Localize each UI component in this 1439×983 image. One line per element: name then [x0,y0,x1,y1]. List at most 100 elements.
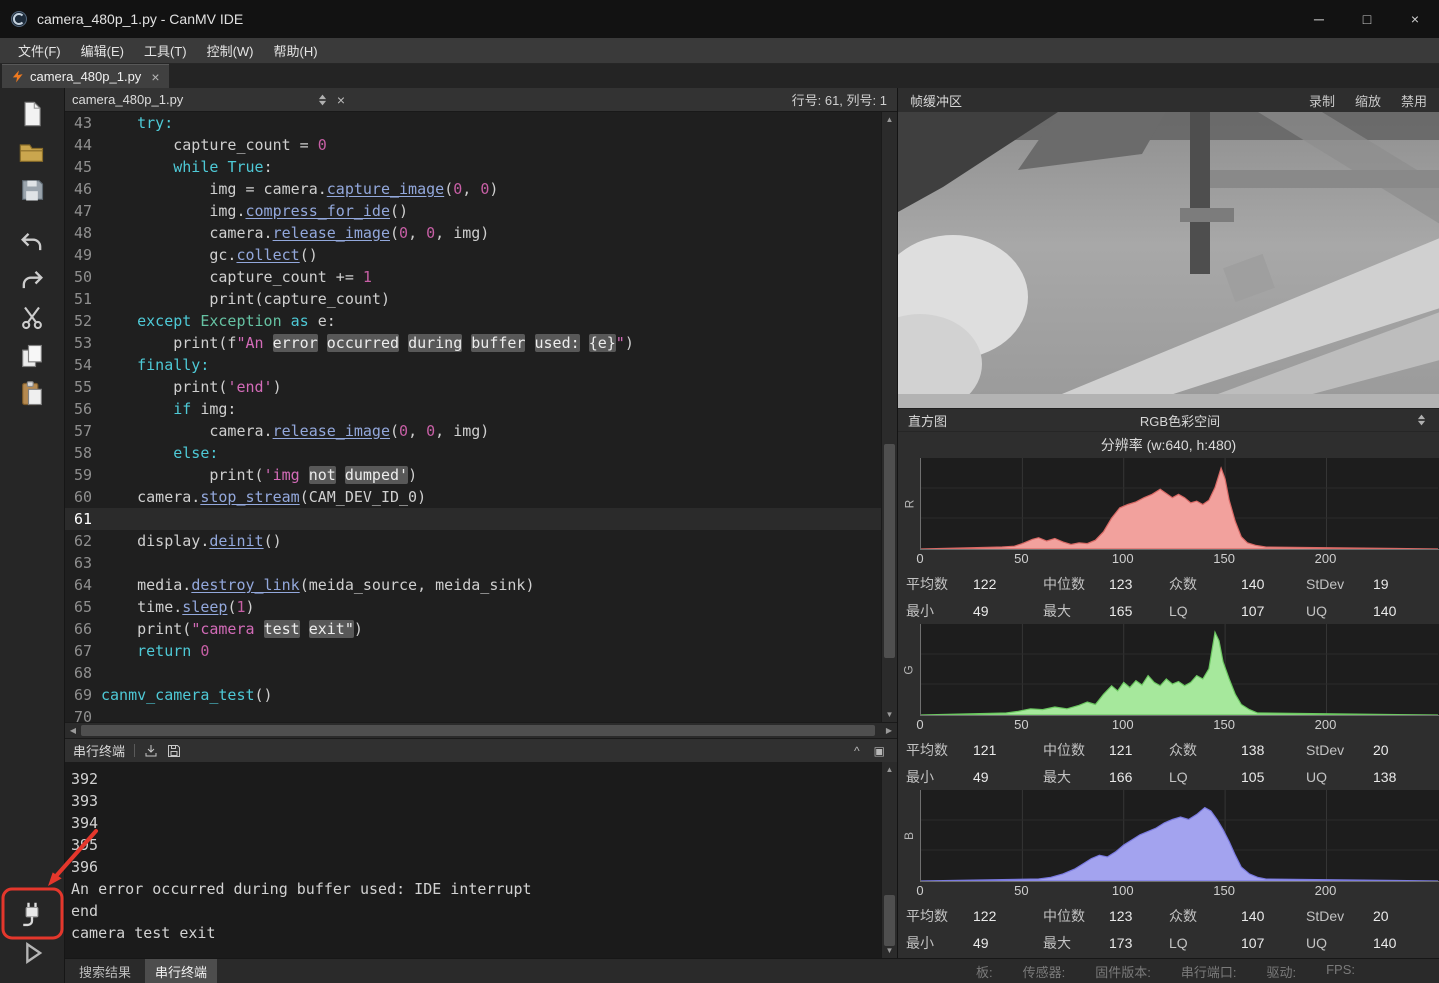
scrollbar-thumb[interactable] [884,444,895,658]
menu-item[interactable]: 工具(T) [134,38,197,63]
code-line[interactable]: 46 img = camera.capture_image(0, 0) [65,178,897,200]
line-number: 45 [65,156,101,178]
scrollbar-thumb[interactable] [884,895,895,946]
scrollbar-thumb[interactable] [81,725,875,736]
code-line[interactable]: 45 while True: [65,156,897,178]
tick-label: 0 [916,883,923,898]
framebuffer-button[interactable]: 禁用 [1401,91,1427,110]
code-line[interactable]: 54 finally: [65,354,897,376]
close-file-icon[interactable]: × [331,92,351,108]
line-number: 53 [65,332,101,354]
scroll-left-icon[interactable]: ◀ [65,726,81,735]
stat-label: 最大 [1043,767,1109,787]
save-file-icon[interactable] [9,172,55,208]
stat-label: LQ [1169,603,1241,619]
menu-item[interactable]: 控制(W) [197,38,264,63]
tab-close-icon[interactable]: × [151,70,159,84]
scroll-right-icon[interactable]: ▶ [881,726,897,735]
code-line[interactable]: 68 [65,662,897,684]
code-line[interactable]: 47 img.compress_for_ide() [65,200,897,222]
undo-icon[interactable] [9,224,55,260]
code-line[interactable]: 48 camera.release_image(0, 0, img) [65,222,897,244]
terminal-vscroll[interactable]: ▲ ▼ [881,762,897,958]
file-selector-arrows-icon[interactable] [313,93,331,107]
channel-label: R [898,458,920,550]
code-line[interactable]: 49 gc.collect() [65,244,897,266]
minimize-button[interactable]: ─ [1295,0,1343,38]
line-number: 61 [65,508,101,530]
code-line[interactable]: 67 return 0 [65,640,897,662]
terminal-output[interactable]: 392393394395396An error occurred during … [65,762,897,944]
maximize-button[interactable]: □ [1343,0,1391,38]
redo-icon[interactable] [9,262,55,298]
expand-panel-icon[interactable]: ▣ [874,744,885,758]
framebuffer-button[interactable]: 录制 [1309,91,1335,110]
colorspace-select[interactable]: RGB色彩空间 [947,411,1413,430]
scroll-down-icon[interactable]: ▼ [882,943,897,958]
collapse-panel-icon[interactable]: ^ [854,744,860,758]
scroll-up-icon[interactable]: ▲ [882,762,897,777]
code-line[interactable]: 66 print("camera test exit") [65,618,897,640]
save-log-icon[interactable] [167,744,181,758]
code-text: time.sleep(1) [101,596,897,618]
histogram-title: 直方图 [908,411,947,430]
cut-icon[interactable] [9,300,55,336]
code-line[interactable]: 70 [65,706,897,722]
line-number: 70 [65,706,101,722]
code-text: capture_count = 0 [101,134,897,156]
main-area: camera_480p_1.py × 行号: 61, 列号: 1 43 try:… [0,88,1439,983]
code-line[interactable]: 50 capture_count += 1 [65,266,897,288]
code-text: return 0 [101,640,897,662]
bottom-tab[interactable]: 串行终端 [145,959,217,983]
code-text: while True: [101,156,897,178]
open-file-selector[interactable]: camera_480p_1.py [65,92,313,107]
code-line[interactable]: 58 else: [65,442,897,464]
menu-item[interactable]: 帮助(H) [264,38,328,63]
code-line[interactable]: 53 print(f"An error occurred during buff… [65,332,897,354]
code-line[interactable]: 55 print('end') [65,376,897,398]
export-log-icon[interactable] [144,744,158,758]
code-line[interactable]: 64 media.destroy_link(meida_source, meid… [65,574,897,596]
code-line[interactable]: 69canmv_camera_test() [65,684,897,706]
new-file-icon[interactable] [9,96,55,132]
code-text: print(f"An error occurred during buffer … [101,332,897,354]
stat-label: 众数 [1169,574,1241,594]
bottom-tab[interactable]: 搜索结果 [69,959,141,983]
connect-icon[interactable] [9,897,55,933]
close-button[interactable]: × [1391,0,1439,38]
code-text: try: [101,112,897,134]
code-line[interactable]: 65 time.sleep(1) [65,596,897,618]
paste-icon[interactable] [9,376,55,412]
run-icon[interactable] [9,935,55,971]
copy-icon[interactable] [9,338,55,374]
framebuffer-button[interactable]: 缩放 [1355,91,1381,110]
menu-bar: 文件(F)编辑(E)工具(T)控制(W)帮助(H) [0,38,1439,64]
editor-vscroll[interactable]: ▲ ▼ [881,112,897,722]
stat-label: 最大 [1043,933,1109,953]
scroll-down-icon[interactable]: ▼ [882,707,897,722]
code-line[interactable]: 60 camera.stop_stream(CAM_DEV_ID_0) [65,486,897,508]
code-line[interactable]: 56 if img: [65,398,897,420]
editor-hscroll[interactable]: ◀ ▶ [65,722,897,738]
open-folder-icon[interactable] [9,134,55,170]
code-line[interactable]: 59 print('img not dumped') [65,464,897,486]
menu-item[interactable]: 编辑(E) [71,38,134,63]
code-line[interactable]: 52 except Exception as e: [65,310,897,332]
code-line[interactable]: 43 try: [65,112,897,134]
stat-value: 20 [1373,742,1439,758]
code-line[interactable]: 57 camera.release_image(0, 0, img) [65,420,897,442]
center-column: camera_480p_1.py × 行号: 61, 列号: 1 43 try:… [65,88,1439,983]
file-tab[interactable]: camera_480p_1.py × [2,64,169,88]
scroll-up-icon[interactable]: ▲ [882,112,897,127]
code-line[interactable]: 61 [65,508,897,530]
framebuffer-buttons: 录制 缩放 禁用 [1309,91,1427,110]
menu-item[interactable]: 文件(F) [8,38,71,63]
code-text: img = camera.capture_image(0, 0) [101,178,897,200]
code-line[interactable]: 44 capture_count = 0 [65,134,897,156]
code-line[interactable]: 51 print(capture_count) [65,288,897,310]
code-line[interactable]: 62 display.deinit() [65,530,897,552]
colorspace-arrows-icon[interactable] [1413,413,1429,427]
code-line[interactable]: 63 [65,552,897,574]
code-editor[interactable]: 43 try:44 capture_count = 045 while True… [65,112,897,722]
app-logo-icon [10,10,28,28]
